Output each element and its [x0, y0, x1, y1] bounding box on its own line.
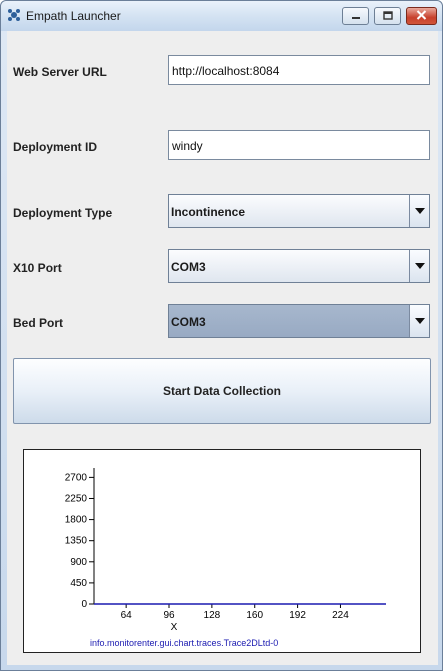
bed-port-value: COM3	[171, 315, 206, 329]
web-server-url-field[interactable]: http://localhost:8084	[168, 55, 430, 85]
x-tick-label: 64	[121, 610, 133, 621]
app-icon	[7, 8, 21, 22]
chevron-down-icon	[414, 208, 425, 214]
x-tick-label: 224	[332, 610, 349, 621]
maximize-button[interactable]	[374, 7, 401, 25]
minimize-button[interactable]	[342, 7, 369, 25]
title-bar[interactable]: Empath Launcher	[1, 1, 442, 31]
x10-port-select[interactable]: COM3	[168, 249, 430, 283]
bed-port-label: Bed Port	[13, 316, 64, 330]
maximize-icon	[382, 7, 393, 25]
deployment-id-field[interactable]: windy	[168, 130, 430, 160]
window-title: Empath Launcher	[26, 9, 121, 23]
x10-port-value: COM3	[171, 260, 206, 274]
deployment-type-value: Incontinence	[171, 205, 246, 219]
legend-entry: info.monitorenter.gui.chart.traces.Trace…	[90, 638, 279, 648]
chevron-down-icon	[414, 318, 425, 324]
x-tick-label: 96	[163, 610, 175, 621]
close-icon	[416, 7, 427, 25]
x10-port-dropdown-button[interactable]	[409, 250, 429, 282]
start-data-collection-button[interactable]: Start Data Collection	[13, 358, 431, 424]
chevron-down-icon	[414, 263, 425, 269]
y-tick-label: 900	[70, 557, 87, 568]
y-tick-label: 450	[70, 578, 87, 589]
y-tick-label: 2250	[65, 493, 88, 504]
bed-port-select[interactable]: COM3	[168, 304, 430, 338]
x-tick-label: 160	[246, 610, 263, 621]
chart-plot: 0 450 900 1350 1800 2250 2700 64 96 128 160 192 224 X	[65, 468, 386, 633]
content-panel: Web Server URL http://localhost:8084 Dep…	[7, 31, 438, 665]
web-server-url-label: Web Server URL	[13, 65, 107, 79]
launcher-window: Empath Launcher Web Server URL http://lo…	[0, 0, 443, 671]
deployment-type-label: Deployment Type	[13, 206, 113, 220]
bed-port-dropdown-button[interactable]	[409, 305, 429, 337]
y-tick-label: 2700	[65, 472, 88, 483]
x10-port-label: X10 Port	[13, 261, 62, 275]
minimize-icon	[351, 7, 361, 25]
x-axis-label: X	[171, 622, 178, 633]
deployment-id-label: Deployment ID	[13, 140, 98, 154]
x-tick-label: 192	[289, 610, 306, 621]
deployment-type-select[interactable]: Incontinence	[168, 194, 430, 228]
y-tick-label: 1350	[65, 536, 88, 547]
x-tick-label: 128	[204, 610, 221, 621]
trace-chart: 0 450 900 1350 1800 2250 2700 64 96 128 160 192 224 X…	[23, 449, 421, 653]
close-button[interactable]	[406, 7, 437, 25]
y-tick-label: 1800	[65, 515, 88, 526]
y-tick-label: 0	[81, 599, 87, 610]
deployment-type-dropdown-button[interactable]	[409, 195, 429, 227]
